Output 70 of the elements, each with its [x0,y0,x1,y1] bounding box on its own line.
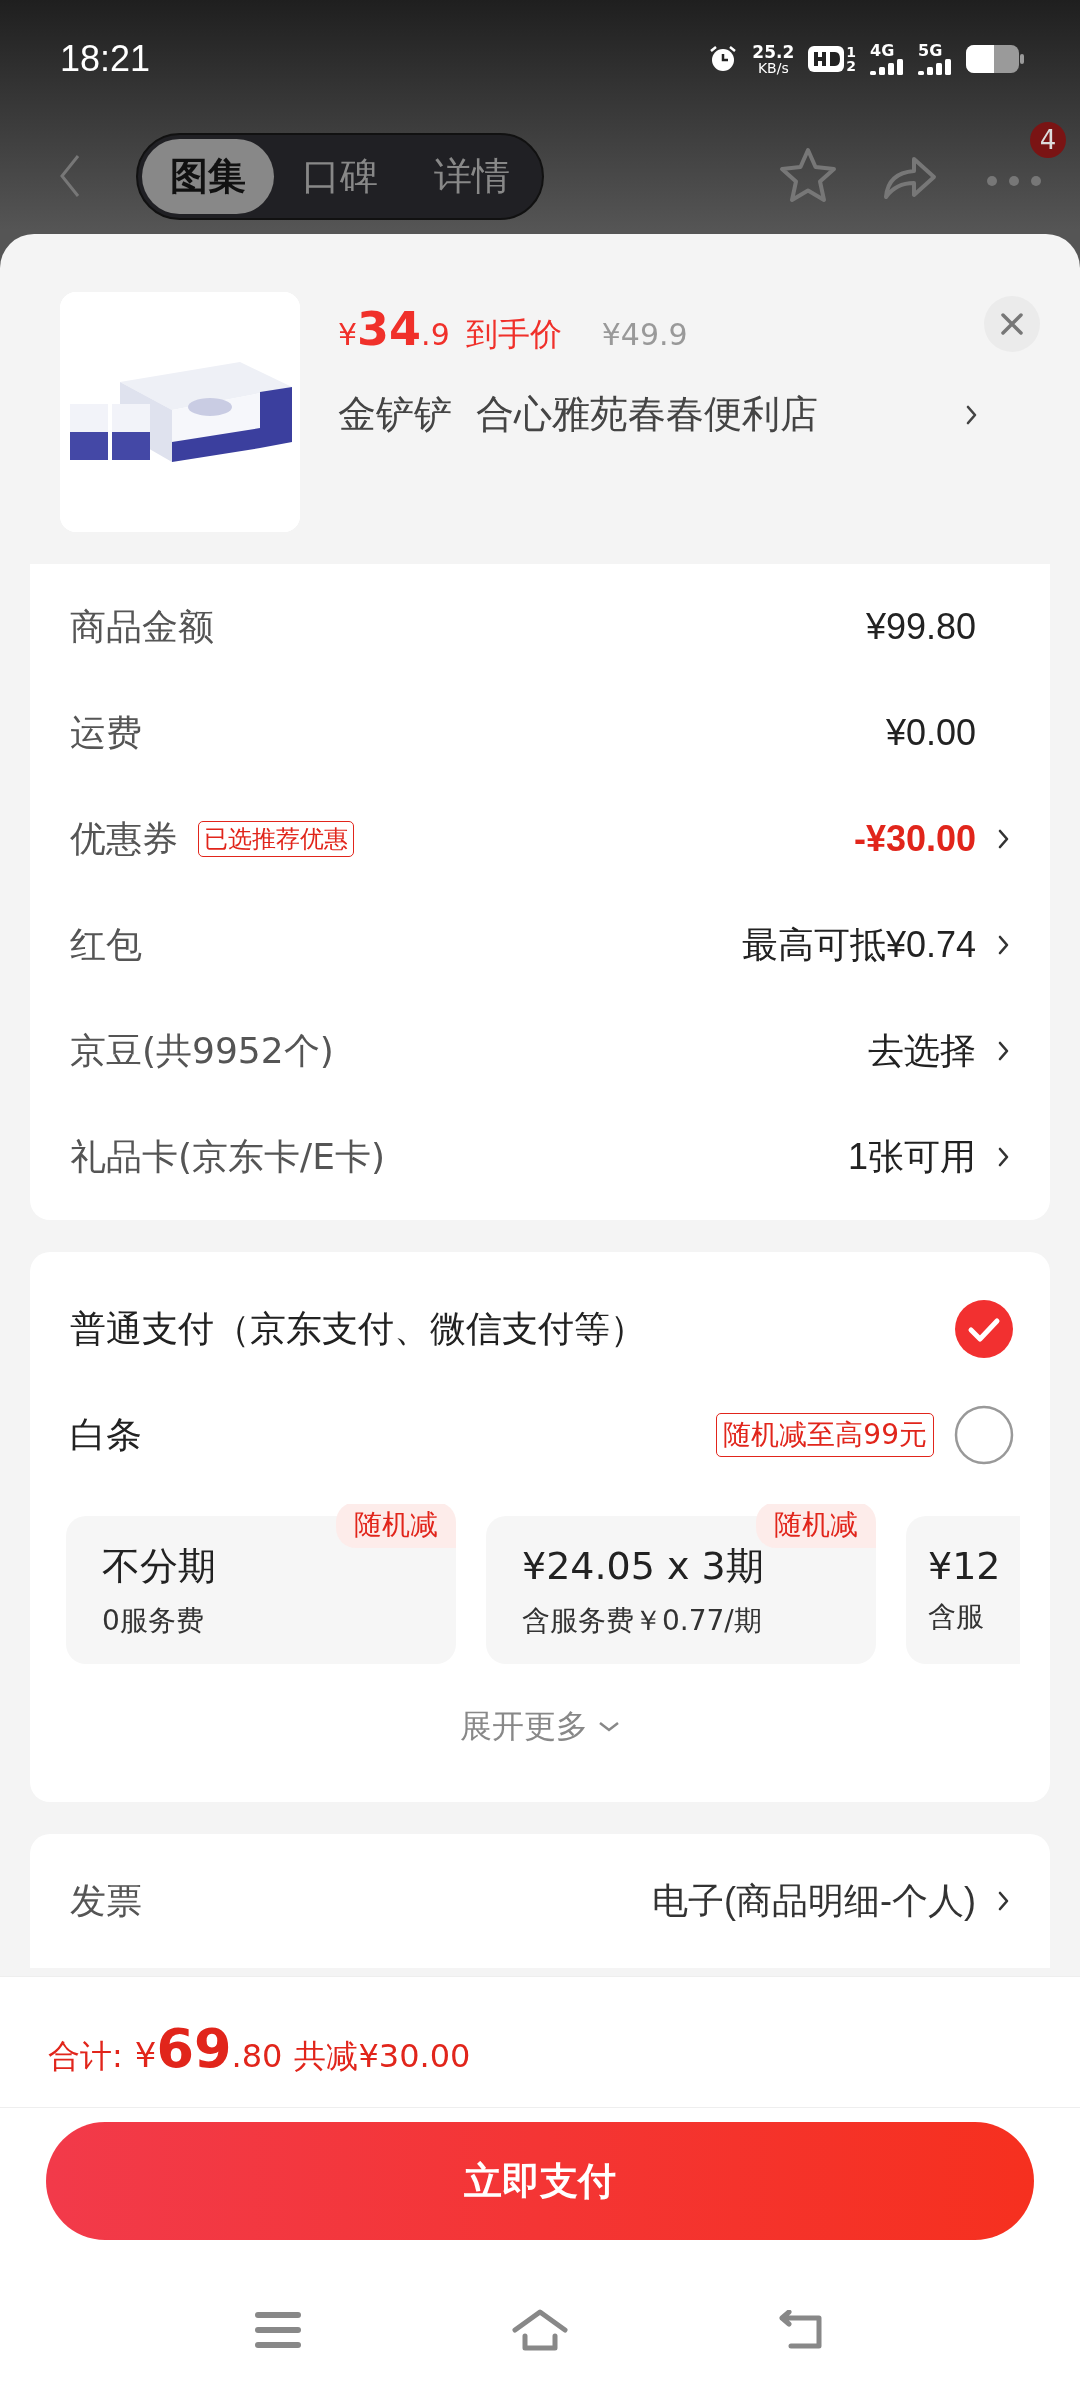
row-value: ¥99.80 [865,606,976,648]
row-label: 运费 [70,710,142,755]
chevron-icon[interactable] [964,403,978,426]
notification-badge: 4 [1030,121,1066,158]
signal-icon [918,59,952,75]
row-label: 红包 [70,922,142,967]
price-decimal: .9 [421,317,450,352]
price-integer: 34 [357,302,422,356]
total-decimal: .80 [231,2037,283,2075]
expand-link[interactable]: 展开更多 [460,1672,620,1782]
original-price: ¥49.9 [601,317,688,352]
chevron-icon[interactable] [996,1040,1010,1062]
total-label: 合计: [48,2036,123,2077]
chevron-down-icon [598,1721,620,1733]
row-label: 礼品卡(京东卡/E卡) [70,1134,385,1179]
promo-tag: 随机减 [756,1504,876,1548]
installment-title: 不分期 [102,1542,217,1590]
row-value: ¥0.00 [885,712,976,754]
savings-text: 共减¥30.00 [294,2036,471,2077]
back-icon[interactable] [58,154,82,198]
sim-number: 1 [846,45,856,59]
pay-button[interactable]: 立即支付 [46,2122,1034,2240]
payment-option[interactable]: 白条 [70,1410,142,1460]
star-icon[interactable] [778,147,838,205]
price-label: 到手价 [465,314,562,355]
chevron-icon[interactable] [996,828,1010,850]
promo-tag: 随机减 [336,1504,456,1548]
hd-icon [808,46,845,72]
installment-fee: 0服务费 [102,1602,205,1639]
row-label: 京豆(共9952个) [70,1028,334,1073]
installment-title: ¥12 [928,1544,1002,1588]
promo-tag: 已选推荐优惠 [198,821,354,857]
chevron-icon[interactable] [996,934,1010,956]
network-type: 4G [870,43,895,59]
total-integer: 69 [156,2017,232,2080]
row-value[interactable]: 1张可用 [847,1132,976,1182]
row-label: 发票 [70,1878,142,1923]
store-name[interactable]: 金铲铲 合心雅苑春春便利店 [338,389,819,440]
network-speed: 25.2 [752,43,795,61]
row-value[interactable]: -¥30.00 [853,818,976,860]
currency-sign: ¥ [134,2035,157,2075]
row-label: 优惠券 [70,816,178,861]
battery-icon [966,45,1024,73]
chevron-icon[interactable] [996,1890,1010,1912]
menu-icon[interactable] [255,2312,301,2348]
payment-option[interactable]: 普通支付（京东支付、微信支付等） [70,1304,646,1354]
sim-number: 2 [846,59,856,73]
row-label: 商品金额 [70,604,214,649]
radio-icon[interactable] [954,1405,1014,1465]
currency-sign: ¥ [338,317,358,352]
row-value[interactable]: 电子(商品明细-个人) [652,1876,976,1926]
installment-fee: 含服 [928,1599,985,1635]
chevron-icon[interactable] [996,1146,1010,1168]
clock-time: 18:21 [60,38,151,80]
installment-option[interactable]: ¥12 含服 [906,1516,1020,1664]
close-icon [1000,312,1024,336]
checked-radio-icon[interactable] [954,1299,1014,1359]
promo-tag: 随机减至高99元 [716,1413,934,1457]
network-type: 5G [918,43,943,59]
more-icon[interactable] [986,174,1042,187]
back-icon[interactable] [779,2310,825,2350]
signal-icon [870,59,904,75]
tab[interactable]: 详情 [406,138,538,214]
speed-unit: KB/s [757,60,789,75]
tab[interactable]: 图集 [142,138,274,214]
installment-fee: 含服务费￥0.77/期 [522,1602,763,1639]
row-value[interactable]: 去选择 [868,1026,976,1076]
row-value[interactable]: 最高可抵¥0.74 [741,920,976,970]
home-icon[interactable] [511,2308,569,2352]
tab[interactable]: 口碑 [274,138,406,214]
